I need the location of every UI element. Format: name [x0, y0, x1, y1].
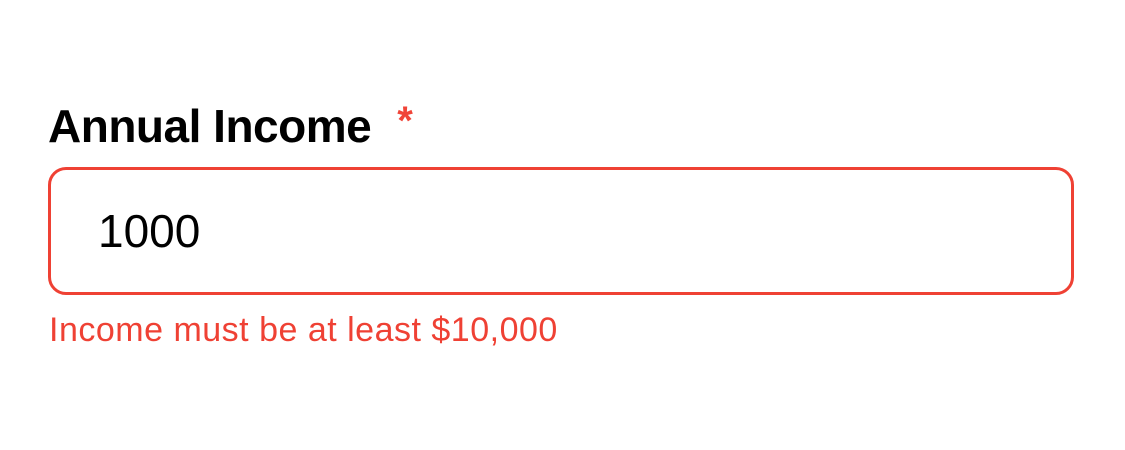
field-label-row: Annual Income *	[48, 96, 1078, 160]
annual-income-input-container[interactable]	[48, 167, 1074, 295]
annual-income-input[interactable]	[98, 204, 1071, 258]
field-label: Annual Income	[48, 100, 372, 152]
required-indicator: *	[397, 99, 413, 143]
error-message: Income must be at least $10,000	[49, 311, 558, 349]
annual-income-field: Annual Income * Income must be at least …	[48, 96, 1078, 349]
